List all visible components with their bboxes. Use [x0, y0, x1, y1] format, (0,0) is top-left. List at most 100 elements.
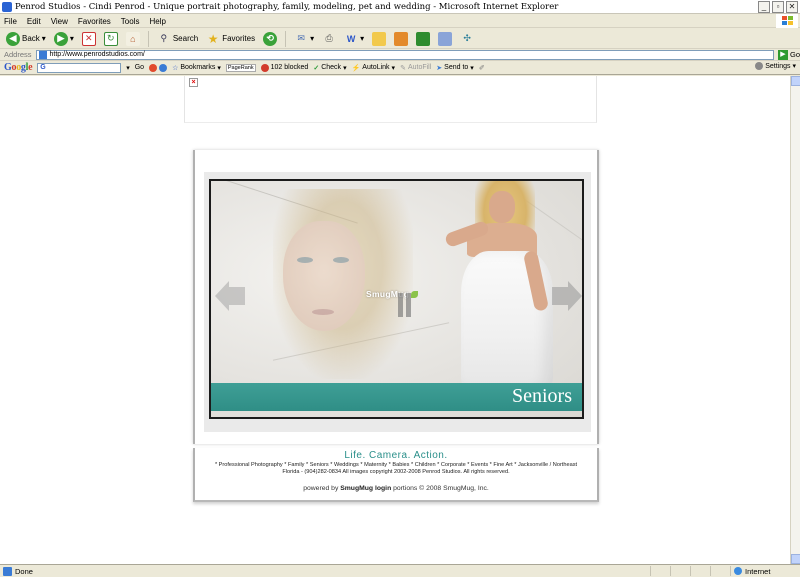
go-button[interactable]: ▶ Go [777, 49, 800, 60]
news-icon [149, 63, 158, 72]
settings-button[interactable]: Settings ▾ [755, 62, 796, 70]
stop-button[interactable]: ✕ [80, 30, 98, 48]
zone-label: Internet [745, 566, 771, 576]
windows-flag-icon [782, 16, 794, 26]
folder-button[interactable] [370, 30, 388, 48]
forward-arrow-icon: ▶ [53, 31, 68, 46]
chevron-down-icon[interactable]: ▾ [126, 64, 130, 72]
back-label: Back [22, 34, 40, 43]
history-button[interactable]: ⟲ [261, 30, 279, 48]
page-viewport: × SmugMug Seniors Life. Camera. Action. … [0, 76, 790, 564]
minimize-button[interactable]: _ [758, 1, 770, 13]
discuss-button[interactable] [436, 30, 454, 48]
sendto-icon: ➤ [436, 64, 443, 72]
vertical-scrollbar[interactable] [790, 76, 800, 564]
footer: Life. Camera. Action. * Professional Pho… [193, 448, 599, 502]
tagline: Life. Camera. Action. [344, 450, 448, 461]
scroll-up-button[interactable] [791, 76, 800, 86]
security-zone: Internet [730, 566, 800, 576]
status-panel [710, 566, 730, 576]
menu-file[interactable]: File [4, 17, 17, 26]
menu-help[interactable]: Help [149, 17, 165, 26]
autolink-label: AutoLink [362, 64, 390, 71]
powered-by: powered by SmugMug login portions © 2008… [195, 485, 597, 492]
popup-blocker[interactable]: 102 blocked [260, 63, 309, 72]
research-icon [394, 31, 409, 46]
portrait-closeup-image [223, 181, 435, 386]
smugmug-link[interactable]: SmugMug [340, 485, 373, 492]
standard-toolbar: ◀ Back ▾ ▶ ▾ ✕ ↻ ⌂ ⚲ Search ★ Favorites … [0, 29, 800, 49]
sendto-button[interactable]: ➤ Send to ▾ [436, 64, 474, 72]
maximize-button[interactable]: ▫ [772, 1, 784, 13]
images-icon [159, 63, 168, 72]
blocked-count: 102 blocked [270, 64, 309, 71]
spellcheck-button[interactable]: ✓ Check ▾ [313, 64, 346, 72]
globe-icon [734, 567, 742, 575]
bookmarks-button[interactable]: ☆ Bookmarks ▾ [172, 64, 221, 72]
pagerank-indicator[interactable]: PageRank [225, 63, 256, 72]
edit-button[interactable]: W ▾ [342, 30, 366, 48]
menu-bar: File Edit View Favorites Tools Help [0, 15, 800, 28]
bookmarks-label: Bookmarks [180, 64, 216, 71]
menu-tools[interactable]: Tools [121, 17, 140, 26]
forward-button[interactable]: ▶ ▾ [52, 30, 76, 48]
portrait-eye [333, 257, 349, 263]
gallery-caption-strip: Seniors [211, 383, 582, 411]
home-button[interactable]: ⌂ [124, 30, 142, 48]
favorites-label: Favorites [222, 34, 256, 43]
status-text: Done [15, 566, 33, 576]
pen-button[interactable]: ✐ [479, 64, 485, 72]
autofill-icon: ✎ [400, 64, 406, 72]
chevron-down-icon: ▾ [310, 34, 315, 43]
star-icon: ☆ [172, 64, 179, 72]
mail-button[interactable]: ✉ ▾ [292, 30, 316, 48]
back-button[interactable]: ◀ Back ▾ [4, 30, 48, 48]
address-input[interactable]: http://www.penrodstudios.com/ [35, 49, 774, 60]
print-button[interactable]: ⎙ [320, 30, 338, 48]
slideshow-frame: SmugMug Seniors [204, 172, 591, 432]
autolink-button[interactable]: ⚡ AutoLink ▾ [352, 64, 395, 72]
favorites-button[interactable]: ★ Favorites [204, 30, 257, 48]
toolbar-separator [285, 30, 287, 47]
refresh-button[interactable]: ↻ [102, 30, 120, 48]
pen-icon: ✐ [478, 64, 485, 72]
google-go-button[interactable]: Go [135, 64, 144, 71]
autofill-button[interactable]: ✎ AutoFill [400, 64, 431, 72]
status-panels: Internet [650, 566, 800, 576]
research-button[interactable] [392, 30, 410, 48]
slideshow[interactable]: SmugMug Seniors [209, 179, 584, 419]
smugmug-leaf-icon [411, 290, 419, 298]
google-search-input[interactable]: G [37, 62, 122, 73]
title-bar: Penrod Studios - Cindi Penrod - Unique p… [0, 0, 800, 14]
extra-button[interactable]: ✣ [458, 30, 476, 48]
messenger-button[interactable] [414, 30, 432, 48]
close-button[interactable]: ✕ [786, 1, 798, 13]
folder-icon [372, 31, 387, 46]
google-search-value: G [40, 64, 46, 71]
status-panel [650, 566, 670, 576]
next-arrow-icon[interactable] [550, 281, 582, 311]
menu-favorites[interactable]: Favorites [78, 17, 111, 26]
menu-view[interactable]: View [51, 17, 68, 26]
previous-arrow-icon[interactable] [215, 281, 247, 311]
login-link[interactable]: login [375, 485, 391, 492]
google-go-label: Go [134, 64, 145, 71]
go-arrow-icon: ▶ [777, 49, 788, 60]
block-icon [260, 63, 269, 72]
messenger-icon [416, 31, 431, 46]
google-extra-icons[interactable] [149, 63, 168, 72]
star-icon: ★ [207, 31, 219, 46]
check-icon: ✓ [313, 64, 320, 72]
services-text: * Professional Photography * Family * Se… [214, 462, 578, 475]
portrait-eye [297, 257, 313, 263]
check-label: Check [321, 64, 342, 71]
refresh-icon: ↻ [103, 31, 118, 46]
back-arrow-icon: ◀ [6, 31, 20, 46]
settings-icon [755, 62, 764, 70]
print-icon: ⎙ [325, 33, 333, 43]
scroll-down-button[interactable] [791, 554, 800, 564]
search-button[interactable]: ⚲ Search [155, 30, 200, 48]
menu-edit[interactable]: Edit [27, 17, 41, 26]
pause-icon[interactable] [398, 293, 412, 317]
banner-area: × [184, 76, 597, 123]
